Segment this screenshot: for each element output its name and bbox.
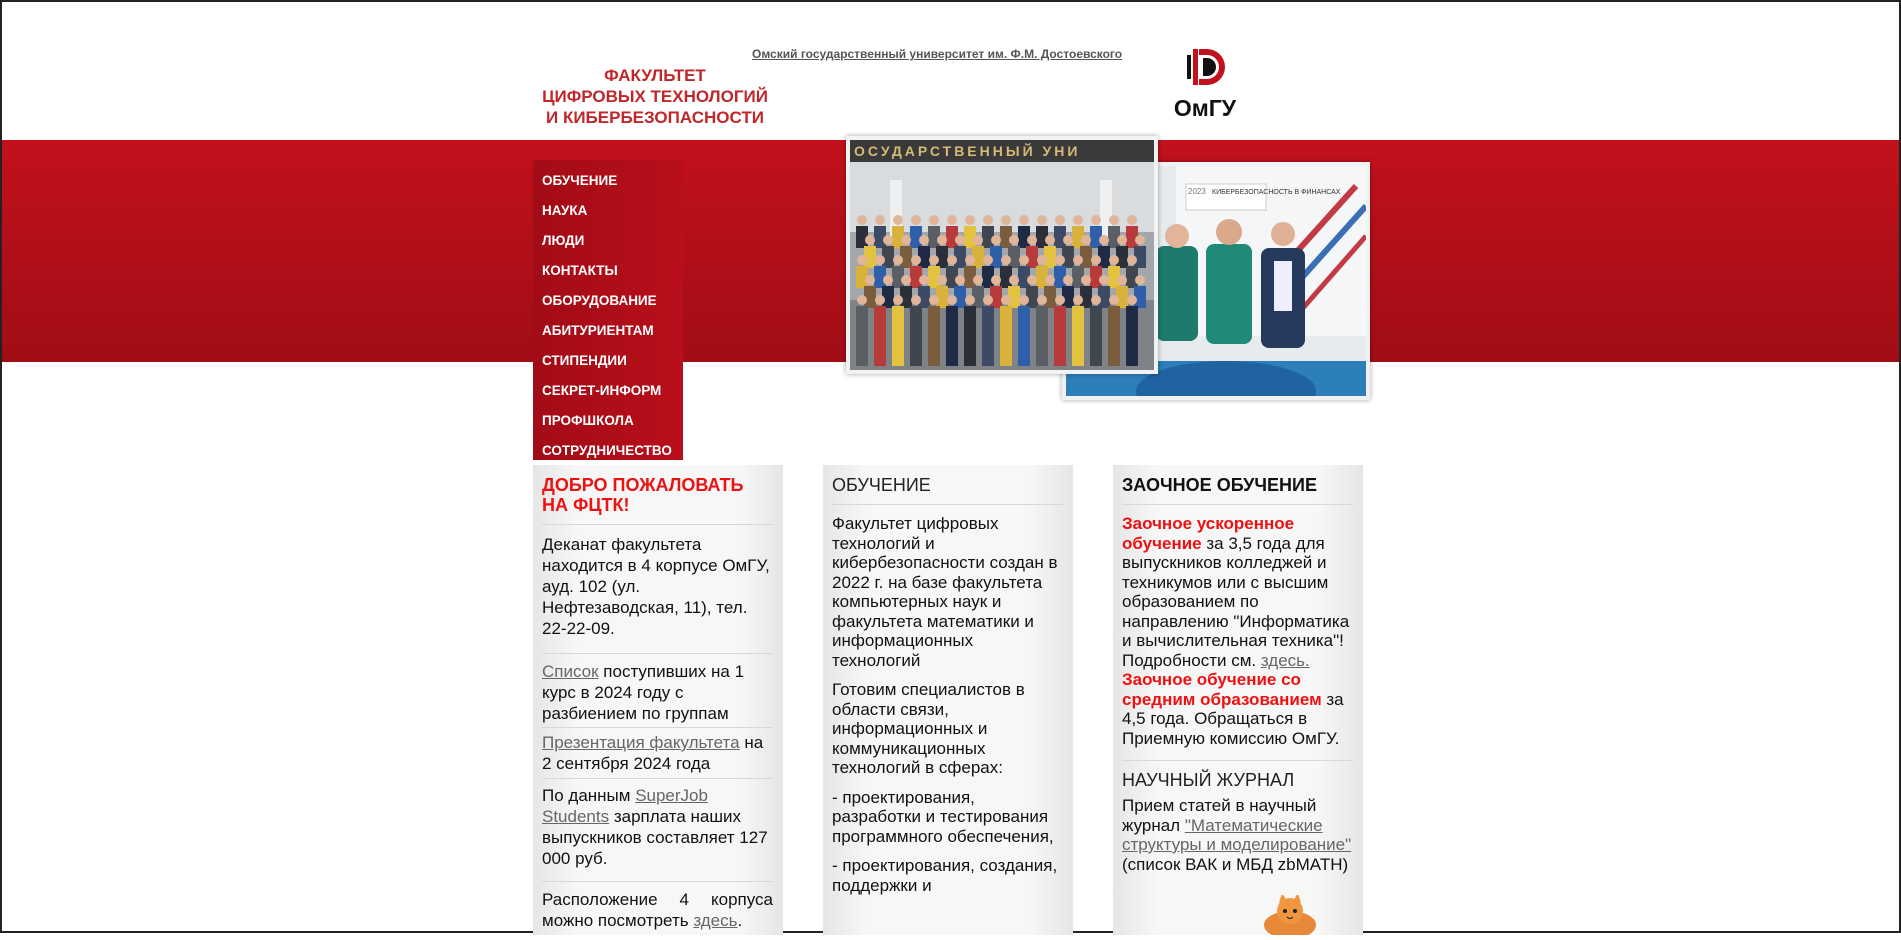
accelerated-text: Заочное ускоренное обучение за 3,5 года … <box>1122 514 1353 670</box>
distance-title: ЗАОЧНОЕ ОБУЧЕНИЕ <box>1122 475 1353 505</box>
accelerated-desc: за 3,5 года для выпускников колледжей и … <box>1122 533 1350 670</box>
education-column: ОБУЧЕНИЕ Факультет цифровых технологий и… <box>823 465 1073 935</box>
menu-item-sotrudnichestvo[interactable]: СОТРУДНИЧЕСТВО <box>533 436 683 466</box>
salary-prefix: По данным <box>542 786 636 805</box>
omsu-logo[interactable]: ОмГУ <box>1165 46 1245 126</box>
menu-item-obuchenie[interactable]: ОБУЧЕНИЕ <box>533 166 683 196</box>
journal-title: НАУЧНЫЙ ЖУРНАЛ <box>1122 770 1295 790</box>
graduation-group-photo: ОСУДАРСТВЕННЫЙ УНИ <box>846 136 1158 374</box>
welcome-title: ДОБРО ПОЖАЛОВАТЬ НА ФЦТК! <box>542 475 773 525</box>
main-menu: ОБУЧЕНИЕ НАУКА ЛЮДИ КОНТАКТЫ ОБОРУДОВАНИ… <box>533 160 683 460</box>
admitted-list-text: Список поступивших на 1 курс в 2024 году… <box>542 661 773 724</box>
faculty-title[interactable]: ФАКУЛЬТЕТ ЦИФРОВЫХ ТЕХНОЛОГИЙ И КИБЕРБЕЗ… <box>535 65 775 128</box>
presentation-link[interactable]: Презентация факультета <box>542 733 740 752</box>
distance-learning-column: ЗАОЧНОЕ ОБУЧЕНИЕ Заочное ускоренное обуч… <box>1113 465 1363 935</box>
banner-text: ОСУДАРСТВЕННЫЙ УНИ <box>854 142 1080 159</box>
poster-text: КИБЕРБЕЗОПАСНОСТЬ В ФИНАНСАХ <box>1212 189 1341 196</box>
location-text: Расположение 4 корпуса можно посмотреть … <box>542 889 773 931</box>
admitted-list-link[interactable]: Список <box>542 662 599 681</box>
journal-end: (список ВАК и МБД zbMATH) <box>1122 854 1349 874</box>
menu-item-oborudovanie[interactable]: ОБОРУДОВАНИЕ <box>533 286 683 316</box>
menu-item-nauka[interactable]: НАУКА <box>533 196 683 226</box>
menu-item-stipendii[interactable]: СТИПЕНДИИ <box>533 346 683 376</box>
mascot-cat-icon[interactable] <box>1257 893 1323 939</box>
faculty-title-line: И КИБЕРБЕЗОПАСНОСТИ <box>546 108 764 127</box>
site-header: Омский государственный университет им. Ф… <box>2 2 1899 140</box>
university-link[interactable]: Омский государственный университет им. Ф… <box>752 47 1122 61</box>
secondary-highlight: Заочное обучение со средним образованием <box>1122 670 1322 709</box>
menu-item-profshkola[interactable]: ПРОФШКОЛА <box>533 406 683 436</box>
faculty-title-line: ЦИФРОВЫХ ТЕХНОЛОГИЙ <box>542 87 768 106</box>
education-paragraph: Факультет цифровых технологий и кибербез… <box>832 514 1058 670</box>
journal-text: Прием статей в научный журнал "Математич… <box>1122 796 1353 874</box>
education-paragraph: - проектирования, создания, поддержки и <box>832 856 1058 895</box>
omsu-logo-icon <box>1187 49 1225 85</box>
location-link[interactable]: здесь <box>693 911 737 930</box>
welcome-column: ДОБРО ПОЖАЛОВАТЬ НА ФЦТК! Деканат факуль… <box>533 465 783 935</box>
accelerated-details-link[interactable]: здесь. <box>1261 651 1310 670</box>
logo-text: ОмГУ <box>1173 95 1237 121</box>
education-paragraph: - проектирования, разработки и тестирова… <box>832 787 1054 846</box>
menu-item-sekret-inform[interactable]: СЕКРЕТ-ИНФОРМ <box>533 376 683 406</box>
menu-item-abiturientam[interactable]: АБИТУРИЕНТАМ <box>533 316 683 346</box>
menu-item-kontakty[interactable]: КОНТАКТЫ <box>533 256 683 286</box>
secondary-text: Заочное обучение со средним образованием… <box>1122 670 1353 748</box>
dean-office-text: Деканат факультета находится в 4 корпусе… <box>542 535 770 638</box>
menu-item-lyudi[interactable]: ЛЮДИ <box>533 226 683 256</box>
presentation-text: Презентация факультета на 2 сентября 202… <box>542 732 773 774</box>
salary-text: По данным SuperJob Students зарплата наш… <box>542 785 773 869</box>
poster-year: 2023 <box>1188 187 1206 196</box>
faculty-title-line: ФАКУЛЬТЕТ <box>604 66 706 85</box>
location-end: . <box>737 911 743 930</box>
education-title: ОБУЧЕНИЕ <box>832 475 1063 505</box>
education-paragraph: Готовим специалистов в области связи, ин… <box>832 680 1025 777</box>
